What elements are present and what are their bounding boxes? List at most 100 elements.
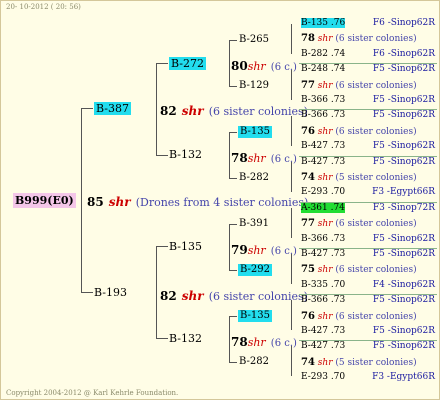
connector-line (229, 132, 237, 133)
ancestor-id[interactable]: B-427 .73 (301, 341, 345, 351)
g3-id-3[interactable]: B-282 (239, 173, 269, 183)
parent-id-0[interactable]: B-387 (94, 102, 131, 115)
ancestor-id[interactable]: E-293 .70 (301, 372, 345, 382)
ancestor-row: B-427 .73 F5 -Sinop62R (301, 250, 437, 259)
ancestor-number: 77 (301, 218, 315, 229)
ancestor-id[interactable]: B-335 .70 (301, 280, 345, 290)
ancestor-id[interactable]: E-293 .70 (301, 187, 345, 197)
ancestor-line: F5 -Sinop62R (372, 110, 435, 120)
connector-line (229, 316, 230, 362)
grandparent-info-2: 79shr (6 c.) (231, 241, 297, 257)
ancestor-score-row: 75 shr (6 sister colonies) (301, 265, 437, 275)
copyright-footer: Copyright 2004-2012 @ Karl Kehrle Founda… (6, 389, 179, 397)
ancestor-row: B-366 .73 F5 -Sinop62R (301, 235, 437, 244)
ancestor-line: F5 -Sinop62R (372, 141, 435, 151)
parent-number: 82 (160, 289, 177, 303)
ancestor-row: E-293 .70 F3 -Egypt66R (301, 188, 437, 197)
ancestor-line: F3 -Egypt66R (372, 187, 435, 197)
ancestor-id[interactable]: B-282 .74 (301, 49, 345, 59)
ancestor-note: (6 sister colonies) (335, 34, 417, 44)
ancestor-shr: shr (317, 312, 333, 322)
connector-line (229, 224, 237, 225)
connector-line (156, 155, 168, 156)
grandparent-id-2[interactable]: B-135 (169, 241, 202, 252)
ancestor-note: (5 sister colonies) (335, 358, 417, 368)
root-number: 85 (87, 195, 104, 209)
g3-id-0[interactable]: B-265 (239, 35, 269, 45)
ancestor-id[interactable]: B-248 .74 (301, 64, 345, 74)
ancestor-id[interactable]: B-135 .76 (301, 18, 346, 28)
g3-id-5[interactable]: B-292 (238, 264, 272, 276)
parent-note: (6 sister colonies) (208, 105, 308, 118)
connector-line (81, 292, 93, 293)
ancestor-line: F6 -Sinop62R (372, 49, 435, 59)
ancestor-shr: shr (317, 265, 333, 275)
ancestor-score-row: 77 shr (6 sister colonies) (301, 81, 437, 91)
ancestor-line: F4 -Sinop62R (372, 280, 435, 290)
ancestor-number: 75 (301, 264, 315, 275)
connector-line (291, 70, 292, 100)
ancestor-id[interactable]: B-427 .73 (301, 326, 345, 336)
grandparent-id-1[interactable]: B-132 (169, 149, 202, 160)
ancestor-number: 76 (301, 126, 315, 137)
parent-note: (6 sister colonies) (208, 290, 308, 303)
ancestor-id[interactable]: B-366 .73 (301, 234, 345, 244)
grandparent-note: (6 c.) (270, 62, 297, 73)
root-shr: shr (108, 195, 131, 209)
connector-line (229, 86, 237, 87)
grandparent-id-0[interactable]: B-272 (169, 57, 206, 70)
ancestor-number: 78 (301, 33, 315, 44)
ancestor-row: A-361 .74 F3 -Sinop72R (301, 203, 437, 213)
ancestor-note: (6 sister colonies) (335, 127, 417, 137)
connector-line (291, 24, 292, 54)
ancestor-number: 77 (301, 80, 315, 91)
ancestor-score-row: 74 shr (5 sister colonies) (301, 358, 437, 368)
ancestor-id[interactable]: A-361 .74 (301, 203, 345, 213)
ancestor-number: 74 (301, 357, 315, 368)
grandparent-info-0: 80shr (6 c.) (231, 57, 297, 73)
ancestor-score-row: 76 shr (6 sister colonies) (301, 127, 437, 137)
ancestor-score-row: 76 shr (6 sister colonies) (301, 312, 437, 322)
grandparent-info-1: 78shr (6 c.) (231, 149, 297, 165)
grandparent-id-3[interactable]: B-132 (169, 333, 202, 344)
ancestor-number: 76 (301, 311, 315, 322)
ancestor-shr: shr (317, 81, 333, 91)
g3-id-1[interactable]: B-129 (239, 81, 269, 91)
connector-line (291, 162, 292, 192)
g3-id-7[interactable]: B-282 (239, 357, 269, 367)
connector-line (229, 40, 237, 41)
parent-shr: shr (181, 104, 204, 118)
ancestor-id[interactable]: B-366 .73 (301, 110, 345, 120)
pedigree-chart: 20- 10-2012 ( 20: 56) Copyright 2004-201… (0, 0, 440, 400)
g3-id-4[interactable]: B-391 (239, 219, 269, 229)
connector-line (156, 63, 168, 64)
ancestor-row: E-293 .70 F3 -Egypt66R (301, 373, 437, 382)
connector-line (156, 246, 157, 338)
ancestor-row: B-282 .74 F6 -Sinop62R (301, 50, 437, 59)
g3-id-6[interactable]: B-135 (238, 310, 272, 322)
root-queen-id[interactable]: B999(E0) (13, 193, 76, 208)
ancestor-id[interactable]: B-427 .73 (301, 157, 345, 167)
grandparent-number: 78 (231, 335, 248, 349)
ancestor-id[interactable]: B-427 .73 (301, 249, 345, 259)
ancestor-id[interactable]: B-427 .73 (301, 141, 345, 151)
ancestor-id[interactable]: B-366 .73 (301, 95, 345, 105)
grandparent-shr: shr (247, 336, 266, 349)
connector-line (229, 132, 230, 178)
ancestor-number: 74 (301, 172, 315, 183)
ancestor-line: F3 -Egypt66R (372, 372, 435, 382)
connector-line (81, 108, 82, 292)
ancestor-line: F5 -Sinop62R (372, 326, 435, 336)
ancestor-score-row: 77 shr (6 sister colonies) (301, 219, 437, 229)
ancestor-line: F5 -Sinop62R (372, 249, 435, 259)
ancestor-id[interactable]: B-366 .73 (301, 295, 345, 305)
ancestor-line: F3 -Sinop72R (372, 203, 435, 213)
ancestor-note: (6 sister colonies) (335, 312, 417, 322)
g3-id-2[interactable]: B-135 (238, 126, 272, 138)
ancestor-note: (5 sister colonies) (335, 173, 417, 183)
ancestor-note: (6 sister colonies) (335, 219, 417, 229)
ancestor-row: B-427 .73 F5 -Sinop62R (301, 342, 437, 351)
parent-id-1[interactable]: B-193 (94, 287, 127, 298)
ancestor-row: B-335 .70 F4 -Sinop62R (301, 281, 437, 290)
ancestor-row: B-366 .73 F5 -Sinop62R (301, 296, 437, 305)
